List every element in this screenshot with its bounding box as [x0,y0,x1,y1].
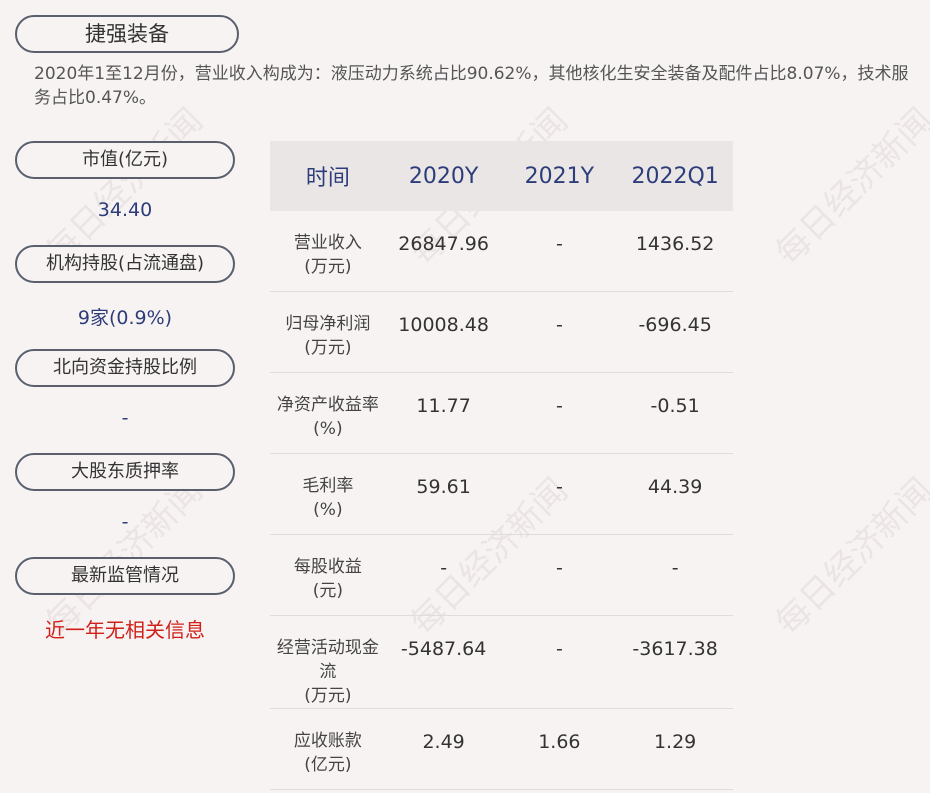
cell-value: -3617.38 [617,615,733,709]
pledge-ratio-value: - [121,511,129,533]
cell-value: 11.77 [385,372,502,454]
cell-value: - [501,453,618,535]
northbound-holding-value: - [121,407,129,429]
table-row: 营业收入 (万元) 26847.96 - 1436.52 [270,211,733,292]
cell-value: 1436.52 [617,211,733,292]
cell-value: 44.39 [617,453,733,535]
cell-value: - [501,534,618,616]
header-2021y: 2021Y [501,141,618,211]
institutional-holding-label: 机构持股(占流通盘) [15,245,235,283]
cell-value: 10008.48 [385,291,502,373]
row-label: 归母净利润 (万元) [270,291,386,373]
table-row: 净资产收益率 (%) 11.77 - -0.51 [270,372,733,454]
cell-value: - [501,615,618,709]
table-header-row: 时间 2020Y 2021Y 2022Q1 [270,141,733,211]
row-label: 每股收益 (元) [270,534,386,616]
revenue-description: 2020年1至12月份，营业收入构成为：液压动力系统占比90.62%，其他核化生… [34,64,909,108]
header-2022q1: 2022Q1 [617,141,733,211]
cell-value: 59.61 [385,453,502,535]
row-label: 营业收入 (万元) [270,211,386,292]
watermark: 每日经济新闻 [768,100,930,274]
cell-value: - [617,534,733,616]
table-row: 每股收益 (元) - - - [270,534,733,616]
table-row: 应收账款 (亿元) 2.49 1.66 1.29 [270,708,733,790]
pledge-ratio-label: 大股东质押率 [15,453,235,491]
market-cap-label: 市值(亿元) [15,141,235,179]
table-row: 归母净利润 (万元) 10008.48 - -696.45 [270,291,733,373]
cell-value: -696.45 [617,291,733,373]
table-row: 经营活动现金流 (万元) -5487.64 - -3617.38 [270,615,733,709]
cell-value: - [501,211,618,292]
cell-value: -5487.64 [385,615,502,709]
cell-value: - [501,291,618,373]
financial-table: 时间 2020Y 2021Y 2022Q1 营业收入 (万元) 26847.96 … [270,141,733,790]
watermark: 每日经济新闻 [768,470,930,644]
northbound-holding-label: 北向资金持股比例 [15,349,235,387]
regulatory-status-label: 最新监管情况 [15,557,235,595]
row-label: 经营活动现金流 (万元) [270,615,386,709]
row-label: 净资产收益率 (%) [270,372,386,454]
row-label: 毛利率 (%) [270,453,386,535]
table-row: 毛利率 (%) 59.61 - 44.39 [270,453,733,535]
row-label: 应收账款 (亿元) [270,708,386,790]
cell-value: - [501,372,618,454]
cell-value: -0.51 [617,372,733,454]
cell-value: 26847.96 [385,211,502,292]
header-time: 时间 [270,141,386,211]
cell-value: 2.49 [385,708,502,790]
header-2020y: 2020Y [385,141,502,211]
company-title: 捷强装备 [15,15,239,53]
institutional-holding-value: 9家(0.9%) [77,307,173,329]
market-cap-value: 34.40 [97,199,153,221]
cell-value: - [385,534,502,616]
cell-value: 1.29 [617,708,733,790]
regulatory-status-value: 近一年无相关信息 [45,618,205,642]
cell-value: 1.66 [501,708,618,790]
